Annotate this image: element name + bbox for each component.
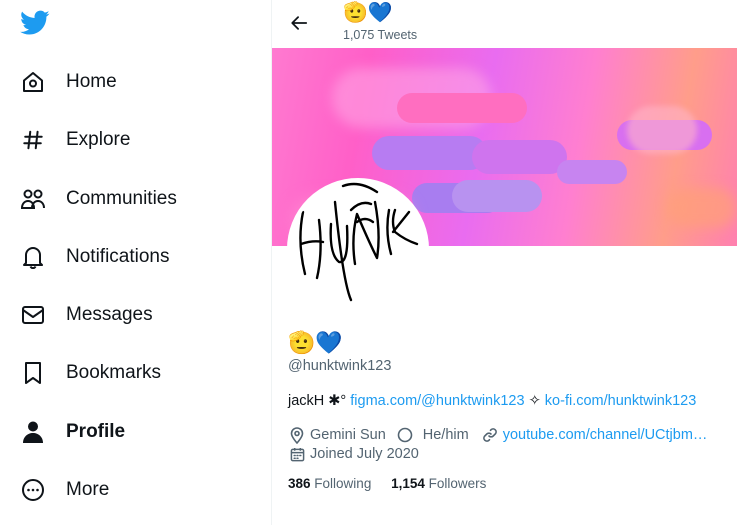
profile-pronouns: He/him	[422, 427, 469, 443]
sidebar-item-profile[interactable]: Profile	[0, 410, 260, 454]
sidebar-item-label: More	[66, 479, 110, 500]
following-label: Following	[314, 476, 372, 491]
followers-count: 1,154	[391, 476, 425, 491]
profile-joined-row: Joined July 2020	[288, 445, 419, 463]
following-link[interactable]: 386 Following	[288, 476, 371, 491]
communities-icon	[20, 186, 46, 212]
bio-separator: ✧	[524, 393, 545, 409]
profile-header-bar: 🫡💙 1,075 Tweets	[272, 0, 737, 48]
person-icon	[20, 419, 46, 445]
follow-stats: 386 Following 1,154 Followers	[288, 476, 486, 491]
profile-bio: jackH ✱° figma.com/@hunktwink123 ✧ ko-fi…	[288, 393, 696, 409]
sidebar-item-label: Home	[66, 71, 117, 92]
sidebar-item-label: Profile	[66, 421, 126, 442]
sidebar-item-label: Bookmarks	[66, 362, 162, 383]
calendar-icon	[288, 445, 306, 463]
followers-label: Followers	[428, 476, 487, 491]
link-icon	[481, 426, 499, 444]
sidebar: Home Explore Communities Notifications M…	[0, 0, 272, 525]
bio-text: jackH ✱°	[288, 393, 351, 409]
profile-joined-date: Joined July 2020	[310, 446, 419, 462]
sidebar-item-label: Messages	[66, 304, 153, 325]
following-count: 386	[288, 476, 311, 491]
sidebar-item-label: Communities	[66, 188, 177, 209]
more-circle-icon	[20, 477, 46, 503]
bio-link-figma[interactable]: figma.com/@hunktwink123	[350, 393, 524, 409]
avatar[interactable]	[287, 178, 429, 320]
display-name: 🫡💙	[288, 330, 343, 355]
profile-main: 🫡💙 1,075 Tweets 🫡💙 @hunktwink123 jackH ✱…	[272, 0, 737, 525]
hashtag-icon	[20, 127, 46, 153]
profile-website-link[interactable]: youtube.com/channel/UCtjbm…	[503, 427, 708, 443]
sidebar-item-home[interactable]: Home	[0, 60, 260, 104]
sidebar-item-label: Notifications	[66, 246, 170, 267]
sidebar-item-messages[interactable]: Messages	[0, 293, 260, 337]
profile-meta: Gemini Sun He/him youtube.com/channel/UC…	[288, 426, 707, 444]
sidebar-item-explore[interactable]: Explore	[0, 118, 260, 162]
bell-icon	[20, 244, 46, 270]
circle-icon	[396, 426, 414, 444]
bio-link-kofi[interactable]: ko-fi.com/hunktwink123	[545, 393, 697, 409]
sidebar-item-communities[interactable]: Communities	[0, 177, 260, 221]
twitter-bird-icon[interactable]	[20, 10, 50, 36]
tweet-count: 1,075 Tweets	[343, 28, 418, 42]
home-icon	[20, 69, 46, 95]
followers-link[interactable]: 1,154 Followers	[391, 476, 486, 491]
back-arrow-icon[interactable]	[288, 12, 310, 34]
profile-handle: @hunktwink123	[288, 358, 392, 374]
sidebar-item-label: Explore	[66, 129, 131, 150]
sidebar-item-notifications[interactable]: Notifications	[0, 235, 260, 279]
profile-location: Gemini Sun	[310, 427, 386, 443]
bookmark-icon	[20, 360, 46, 386]
envelope-icon	[20, 302, 46, 328]
location-pin-icon	[288, 426, 306, 444]
sidebar-item-more[interactable]: More	[0, 468, 260, 512]
sidebar-item-bookmarks[interactable]: Bookmarks	[0, 351, 260, 395]
header-display-name: 🫡💙	[343, 2, 393, 24]
